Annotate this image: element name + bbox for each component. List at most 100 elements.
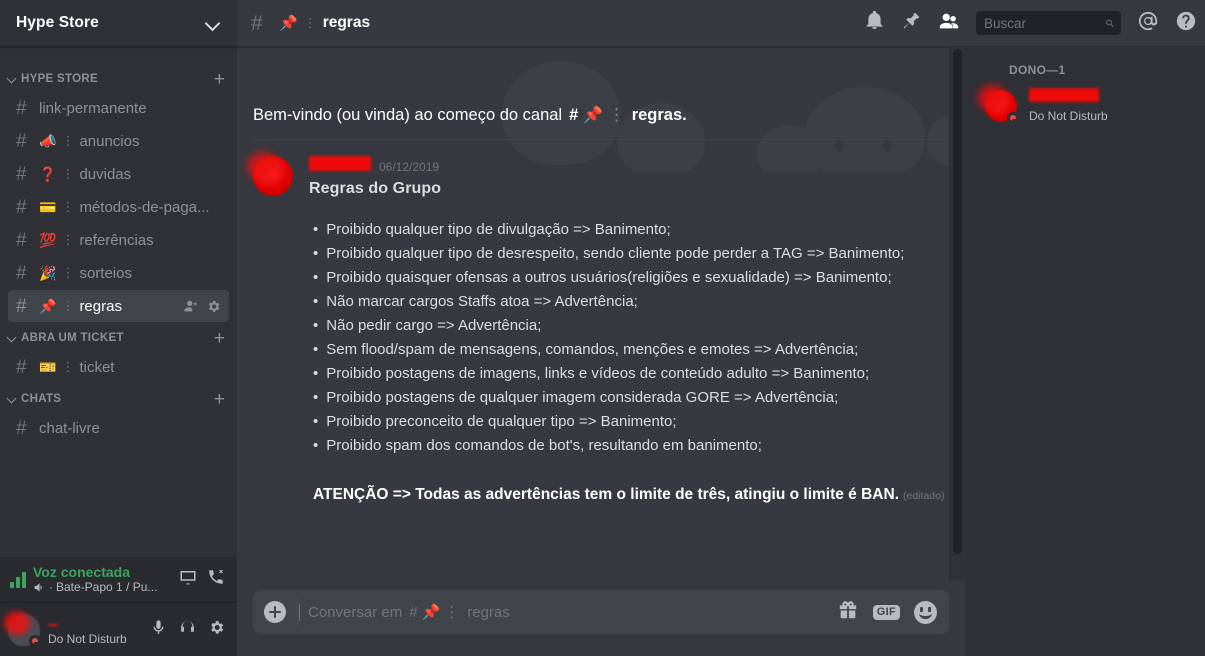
sidebar-item-duvidas[interactable]: # ❓ ⋮ duvidas <box>8 158 229 190</box>
sidebar-item-metodos-de-pagamento[interactable]: # 💳 ⋮ métodos-de-paga... <box>8 191 229 223</box>
message-composer[interactable]: Conversar em # 📌 ⋮ regras GIF <box>253 590 949 634</box>
dnd-status-icon <box>1007 112 1021 124</box>
category-header-abra-um-ticket[interactable]: ABRA UM TICKET + <box>0 326 237 350</box>
screen-share-icon[interactable] <box>179 568 197 591</box>
hash-icon: # <box>16 97 27 119</box>
list-item: • Proibido postagens de qualquer imagem … <box>313 386 949 410</box>
member-list-icon[interactable] <box>938 10 960 37</box>
message-author[interactable] <box>309 156 371 171</box>
bullet: • <box>313 413 319 430</box>
add-attachment-button[interactable] <box>253 601 297 623</box>
channel-label: regras <box>79 297 122 315</box>
rule-text: Não pedir cargo => Advertência; <box>326 317 542 334</box>
emoji-picker-icon[interactable] <box>914 600 937 624</box>
channel-separator: ⋮ <box>61 298 75 313</box>
list-item: • Proibido preconceito de qualquer tipo … <box>313 410 949 434</box>
help-icon[interactable] <box>1175 10 1197 37</box>
category-header-chats[interactable]: CHATS + <box>0 387 237 411</box>
rule-text: Proibido spam dos comandos de bot's, res… <box>326 437 762 454</box>
sidebar-item-link-permanente[interactable]: # link-permanente <box>8 92 229 124</box>
bullet: • <box>313 389 319 406</box>
hash-icon: # <box>16 229 27 251</box>
main-area: # 📌 ⋮ regras Buscar Bem-vindo (ou vinda)… <box>237 0 1205 656</box>
collapse-arrow-icon[interactable] <box>6 393 18 405</box>
bullet: • <box>313 221 319 238</box>
gear-icon[interactable] <box>206 299 221 314</box>
sidebar-item-sorteios[interactable]: # 🎉 ⋮ sorteios <box>8 257 229 289</box>
list-item[interactable]: Do Not Disturb <box>981 85 1197 127</box>
sidebar-item-ticket[interactable]: # 🎫 ⋮ ticket <box>8 351 229 383</box>
plus-icon[interactable] <box>264 601 286 623</box>
hash-icon: # <box>16 356 27 378</box>
rule-text: Proibido quaisquer ofensas a outros usuá… <box>326 269 892 286</box>
category-header-hype-store[interactable]: HYPE STORE + <box>0 67 237 91</box>
sidebar-item-anuncios[interactable]: # 📣 ⋮ anuncios <box>8 125 229 157</box>
hash-icon: # <box>569 105 579 124</box>
collapse-arrow-icon[interactable] <box>6 332 18 344</box>
gift-icon[interactable] <box>837 599 859 626</box>
mentions-icon[interactable] <box>1137 10 1159 37</box>
channel-list: HYPE STORE + # link-permanente # 📣 ⋮ anu… <box>0 47 237 557</box>
gif-picker-button[interactable]: GIF <box>872 604 900 620</box>
message-heading: Regras do Grupo <box>309 180 442 197</box>
party-popper-icon: 🎉 <box>39 265 57 281</box>
bullet: • <box>313 245 319 262</box>
sidebar-item-chat-livre[interactable]: # chat-livre <box>8 412 229 444</box>
avatar[interactable] <box>253 156 293 504</box>
search-box[interactable] <box>976 11 1121 35</box>
search-input[interactable] <box>984 15 1105 31</box>
voice-connection-panel: Voz conectada · Bate-Papo 1 / Pu... <box>0 557 237 603</box>
disconnect-call-icon[interactable] <box>207 568 225 591</box>
hash-icon: # <box>16 262 27 284</box>
invite-member-icon[interactable] <box>183 298 199 314</box>
message: 06/12/2019 Regras do Grupo • Proibido qu… <box>237 140 965 504</box>
channel-separator: ⋮ <box>61 359 75 374</box>
pinned-messages-icon[interactable] <box>901 10 922 36</box>
avatar[interactable] <box>8 613 43 647</box>
headphones-icon[interactable] <box>179 619 196 641</box>
content-row: Bem-vindo (ou vinda) ao começo do canal … <box>237 47 1205 656</box>
list-item: • Não marcar cargos Staffs atoa => Adver… <box>313 290 949 314</box>
channel-label: métodos-de-paga... <box>79 198 210 216</box>
channel-topbar: # 📌 ⋮ regras <box>237 0 1205 47</box>
username-label <box>48 624 58 626</box>
channel-label: ticket <box>79 358 115 376</box>
add-channel-icon[interactable]: + <box>214 70 229 89</box>
add-channel-icon[interactable]: + <box>214 390 229 409</box>
sidebar-item-referencias[interactable]: # 💯 ⋮ referências <box>8 224 229 256</box>
discord-app: Hype Store HYPE STORE + # link-permanent… <box>0 0 1205 656</box>
member-list-panel: DONO—1 Do Not Disturb <box>965 47 1205 656</box>
sidebar-item-regras[interactable]: # 📌 ⋮ regras <box>8 290 229 322</box>
category-label: ABRA UM TICKET <box>21 332 124 344</box>
channel-title: # 📌 ⋮ regras <box>251 13 864 34</box>
voice-channel-label: · Bate-Papo 1 / Pu... <box>33 580 172 595</box>
collapse-arrow-icon[interactable] <box>6 73 18 85</box>
channel-label: sorteios <box>79 264 132 282</box>
channel-separator: ⋮ <box>444 604 460 621</box>
category-label: HYPE STORE <box>21 73 98 85</box>
notification-bell-icon[interactable] <box>864 10 885 36</box>
message-list: Bem-vindo (ou vinda) ao começo do canal … <box>237 47 965 580</box>
text-caret <box>299 603 300 621</box>
add-channel-icon[interactable]: + <box>214 329 229 348</box>
hash-icon: # <box>16 130 27 152</box>
microphone-icon[interactable] <box>150 619 167 641</box>
user-status-label: Do Not Disturb <box>48 632 127 646</box>
avatar[interactable] <box>985 90 1021 124</box>
member-name <box>1029 88 1099 102</box>
channel-label: link-permanente <box>39 99 147 117</box>
server-header[interactable]: Hype Store <box>0 0 237 47</box>
message-input[interactable]: Conversar em # 📌 ⋮ regras <box>297 598 837 626</box>
bullet: • <box>313 269 319 286</box>
hash-icon: # <box>16 295 27 317</box>
composer-placeholder-channel: regras <box>467 603 510 621</box>
list-item: • Proibido qualquer tipo de desrespeito,… <box>313 242 949 266</box>
hash-icon: # <box>16 163 27 185</box>
chevron-down-icon[interactable] <box>205 15 221 31</box>
edited-label: (editado) <box>903 490 945 502</box>
settings-gear-icon[interactable] <box>208 619 225 641</box>
channel-separator: ⋮ <box>61 133 75 148</box>
search-icon[interactable] <box>1105 16 1115 31</box>
channel-separator: ⋮ <box>608 106 625 124</box>
rule-text: Proibido preconceito de qualquer tipo =>… <box>326 413 677 430</box>
